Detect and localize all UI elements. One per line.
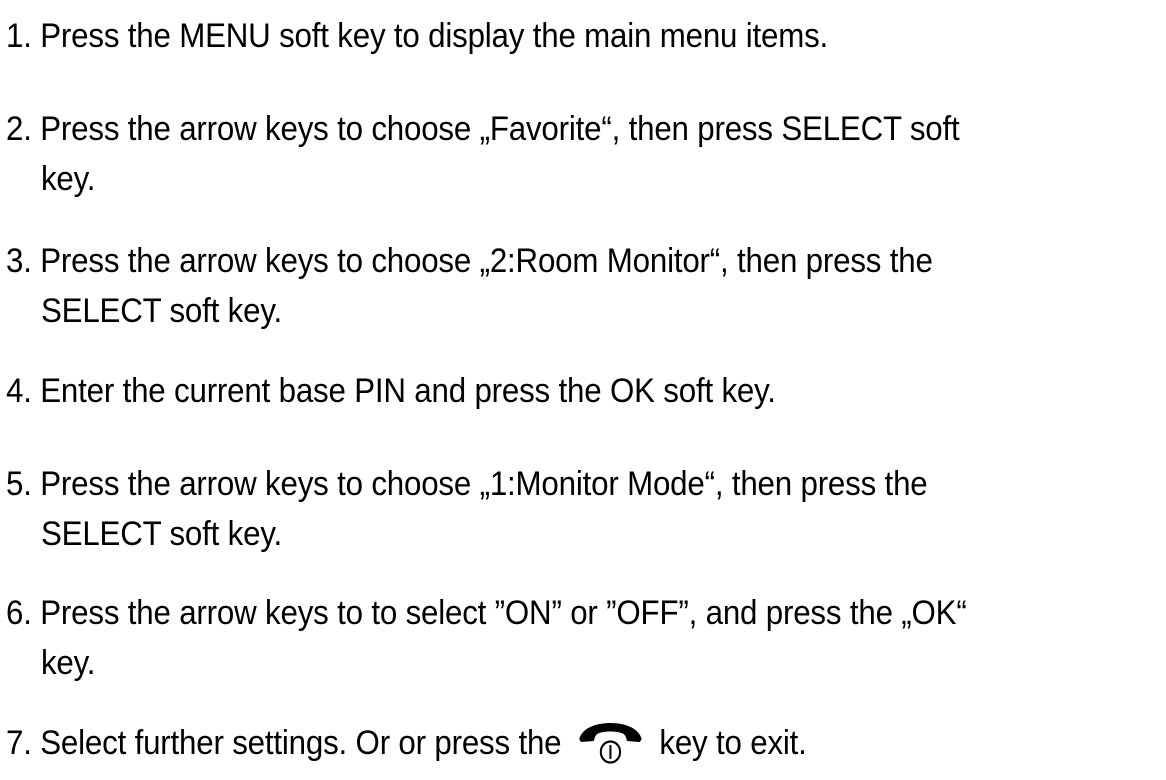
step-text-continued: SELECT soft key. bbox=[40, 292, 282, 330]
step-text: Enter the current base PIN and press the… bbox=[40, 372, 776, 410]
step-text: Press the arrow keys to choose „1:Monito… bbox=[40, 465, 928, 503]
step-number: 4. bbox=[6, 372, 32, 410]
step-text: Press the MENU soft key to display the m… bbox=[40, 17, 829, 55]
step-text: Press the arrow keys to choose „Favorite… bbox=[40, 110, 960, 148]
step-5: 5. Press the arrow keys to choose „1:Mon… bbox=[6, 459, 1070, 559]
step-text-continued: key. bbox=[40, 160, 96, 198]
step-text: Press the arrow keys to choose „2:Room M… bbox=[40, 242, 933, 280]
step-3: 3. Press the arrow keys to choose „2:Roo… bbox=[6, 236, 1070, 336]
step-4: 4. Enter the current base PIN and press … bbox=[6, 366, 1070, 416]
step-number: 1. bbox=[6, 17, 32, 55]
step-text-continued: key. bbox=[40, 644, 96, 682]
instruction-page: 1. Press the MENU soft key to display th… bbox=[0, 0, 1166, 780]
step-2: 2. Press the arrow keys to choose „Favor… bbox=[6, 104, 1070, 204]
step-number: 3. bbox=[6, 242, 32, 280]
step-1: 1. Press the MENU soft key to display th… bbox=[6, 11, 1070, 61]
end-call-key-icon bbox=[577, 721, 643, 765]
step-6: 6. Press the arrow keys to to select ”ON… bbox=[6, 588, 1070, 688]
step-number: 5. bbox=[6, 465, 32, 503]
step-text: Select further settings. Or or press the bbox=[40, 724, 562, 762]
step-number: 7. bbox=[6, 724, 32, 762]
step-text: Press the arrow keys to to select ”ON” o… bbox=[40, 594, 967, 632]
step-text-end: key to exit. bbox=[659, 724, 807, 762]
step-7: 7. Select further settings. Or or press … bbox=[6, 718, 1070, 768]
step-text-continued: SELECT soft key. bbox=[40, 515, 282, 553]
step-number: 2. bbox=[6, 110, 32, 148]
step-number: 6. bbox=[6, 594, 32, 632]
